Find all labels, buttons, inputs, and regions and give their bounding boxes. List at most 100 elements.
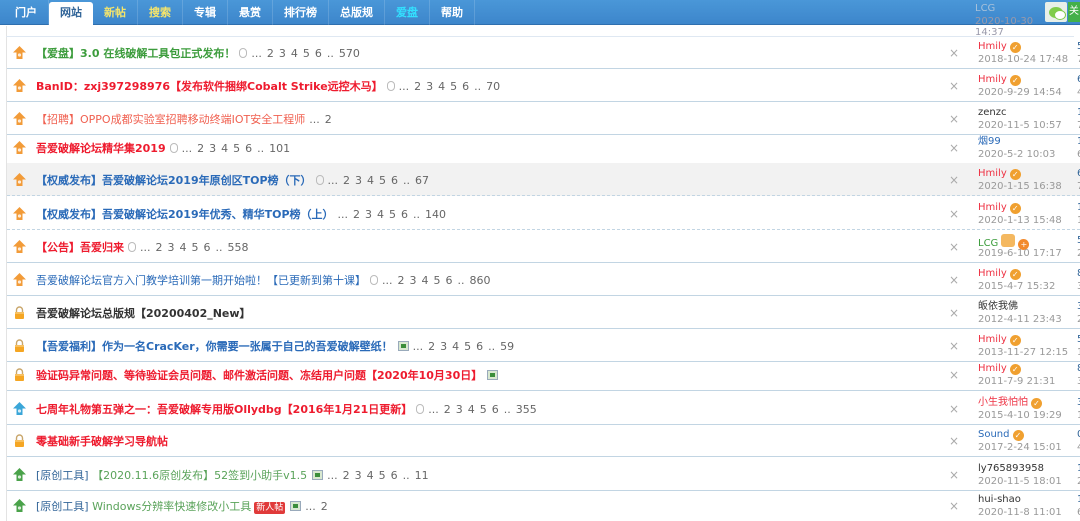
page-link[interactable]: ... <box>309 113 320 126</box>
page-link[interactable]: 355 <box>516 403 537 416</box>
page-link[interactable]: 140 <box>425 208 446 221</box>
close-icon[interactable]: × <box>949 173 959 187</box>
page-link[interactable]: .. <box>403 174 410 187</box>
page-link[interactable]: 2 <box>343 174 350 187</box>
page-link[interactable]: 5 <box>389 208 396 221</box>
close-icon[interactable]: × <box>949 368 959 382</box>
author-link[interactable]: Hmily <box>978 202 1007 213</box>
author-link[interactable]: Hmily <box>978 268 1007 279</box>
nav-item-8[interactable]: 爱盘 <box>385 0 430 25</box>
page-link[interactable]: ... <box>382 274 393 287</box>
page-link[interactable]: 2 <box>325 113 332 126</box>
page-link[interactable]: ... <box>413 340 424 353</box>
page-link[interactable]: 3 <box>355 174 362 187</box>
author-link[interactable]: hui-shao <box>978 494 1021 505</box>
page-link[interactable]: ... <box>305 500 316 513</box>
close-icon[interactable]: × <box>949 141 959 155</box>
close-icon[interactable]: × <box>949 499 959 513</box>
page-link[interactable]: 3 <box>168 241 175 254</box>
page-link[interactable]: 4 <box>452 340 459 353</box>
author-link[interactable]: Sound <box>978 429 1010 440</box>
page-link[interactable]: 2 <box>428 340 435 353</box>
page-link[interactable]: 558 <box>228 241 249 254</box>
close-icon[interactable]: × <box>949 306 959 320</box>
side-tab[interactable]: 关 <box>1068 2 1080 22</box>
page-link[interactable]: 3 <box>440 340 447 353</box>
page-link[interactable]: ... <box>182 142 193 155</box>
close-icon[interactable]: × <box>949 402 959 416</box>
page-link[interactable]: 70 <box>486 80 500 93</box>
author-link[interactable]: Hmily <box>978 41 1007 52</box>
thread-title-link[interactable]: BanID：zxj397298976【发布软件捆绑Cobalt Strike远控… <box>36 80 383 93</box>
thread-title-link[interactable]: 吾爱破解论坛精华集2019 <box>36 142 166 155</box>
page-link[interactable]: 5 <box>379 469 386 482</box>
close-icon[interactable]: × <box>949 273 959 287</box>
page-link[interactable]: 6 <box>492 403 499 416</box>
close-icon[interactable]: × <box>949 46 959 60</box>
thread-title-link[interactable]: 【爱盘】3.0 在线破解工具包正式发布！ <box>36 47 235 60</box>
page-link[interactable]: 5 <box>192 241 199 254</box>
page-link[interactable]: 2 <box>343 469 350 482</box>
page-link[interactable]: .. <box>488 340 495 353</box>
page-link[interactable]: 3 <box>355 469 362 482</box>
thread-category-link[interactable]: [原创工具] <box>36 500 89 513</box>
author-link[interactable]: ly765893958 <box>978 463 1044 474</box>
nav-item-1[interactable]: 网站 <box>49 2 93 25</box>
thread-title-link[interactable]: 【权威发布】吾爱破解论坛2019年原创区TOP榜（下） <box>36 174 312 187</box>
page-link[interactable]: 6 <box>462 80 469 93</box>
page-link[interactable]: 4 <box>438 80 445 93</box>
page-link[interactable]: 3 <box>365 208 372 221</box>
author-link[interactable]: zenzc <box>978 107 1007 118</box>
page-link[interactable]: ... <box>428 403 439 416</box>
page-link[interactable]: 5 <box>450 80 457 93</box>
page-link[interactable]: 570 <box>339 47 360 60</box>
thread-title-link[interactable]: 七周年礼物第五弹之一：吾爱破解专用版Ollydbg【2016年1月21日更新】 <box>36 403 412 416</box>
page-link[interactable]: 3 <box>410 274 417 287</box>
page-link[interactable]: 2 <box>321 500 328 513</box>
page-link[interactable]: 860 <box>470 274 491 287</box>
page-link[interactable]: ... <box>399 80 410 93</box>
nav-item-0[interactable]: 门户 <box>4 0 49 25</box>
close-icon[interactable]: × <box>949 468 959 482</box>
thread-title-link[interactable]: Windows分辨率快速修改小工具 <box>92 500 251 513</box>
page-link[interactable]: 4 <box>291 47 298 60</box>
nav-item-4[interactable]: 专辑 <box>183 0 228 25</box>
page-link[interactable]: 4 <box>367 174 374 187</box>
thread-category-link[interactable]: [原创工具] <box>36 469 89 482</box>
page-link[interactable]: .. <box>504 403 511 416</box>
page-link[interactable]: 6 <box>391 174 398 187</box>
page-link[interactable]: 59 <box>500 340 514 353</box>
nav-item-9[interactable]: 帮助 <box>430 0 475 25</box>
page-link[interactable]: 5 <box>379 174 386 187</box>
nav-item-3[interactable]: 搜索 <box>138 0 183 25</box>
close-icon[interactable]: × <box>949 240 959 254</box>
page-link[interactable]: 6 <box>446 274 453 287</box>
page-link[interactable]: ... <box>338 208 349 221</box>
author-link[interactable]: 皈依我佛 <box>978 301 1018 312</box>
author-link[interactable]: 小生我怕怕 <box>978 397 1028 408</box>
page-link[interactable]: 5 <box>233 142 240 155</box>
thread-title-link[interactable]: 【权威发布】吾爱破解论坛2019年优秀、精华TOP榜（上） <box>36 208 334 221</box>
thread-title-link[interactable]: 【招聘】OPPO成都实验室招聘移动终端IOT安全工程师 <box>36 113 305 126</box>
page-link[interactable]: 4 <box>180 241 187 254</box>
thread-title-link[interactable]: 零基础新手破解学习导航帖 <box>36 435 168 448</box>
page-link[interactable]: 2 <box>414 80 421 93</box>
page-link[interactable]: 3 <box>209 142 216 155</box>
nav-item-5[interactable]: 悬赏 <box>228 0 273 25</box>
page-link[interactable]: 2 <box>398 274 405 287</box>
nav-item-6[interactable]: 排行榜 <box>273 0 329 25</box>
page-link[interactable]: 11 <box>415 469 429 482</box>
page-link[interactable]: 6 <box>476 340 483 353</box>
author-link[interactable]: Hmily <box>978 168 1007 179</box>
page-link[interactable]: 101 <box>269 142 290 155</box>
page-link[interactable]: 5 <box>480 403 487 416</box>
page-link[interactable]: 5 <box>464 340 471 353</box>
page-link[interactable]: .. <box>474 80 481 93</box>
page-link[interactable]: 3 <box>456 403 463 416</box>
author-link[interactable]: 烟99 <box>978 136 1001 147</box>
page-link[interactable]: 2 <box>353 208 360 221</box>
page-link[interactable]: 67 <box>415 174 429 187</box>
close-icon[interactable]: × <box>949 112 959 126</box>
close-icon[interactable]: × <box>949 79 959 93</box>
page-link[interactable]: 6 <box>391 469 398 482</box>
